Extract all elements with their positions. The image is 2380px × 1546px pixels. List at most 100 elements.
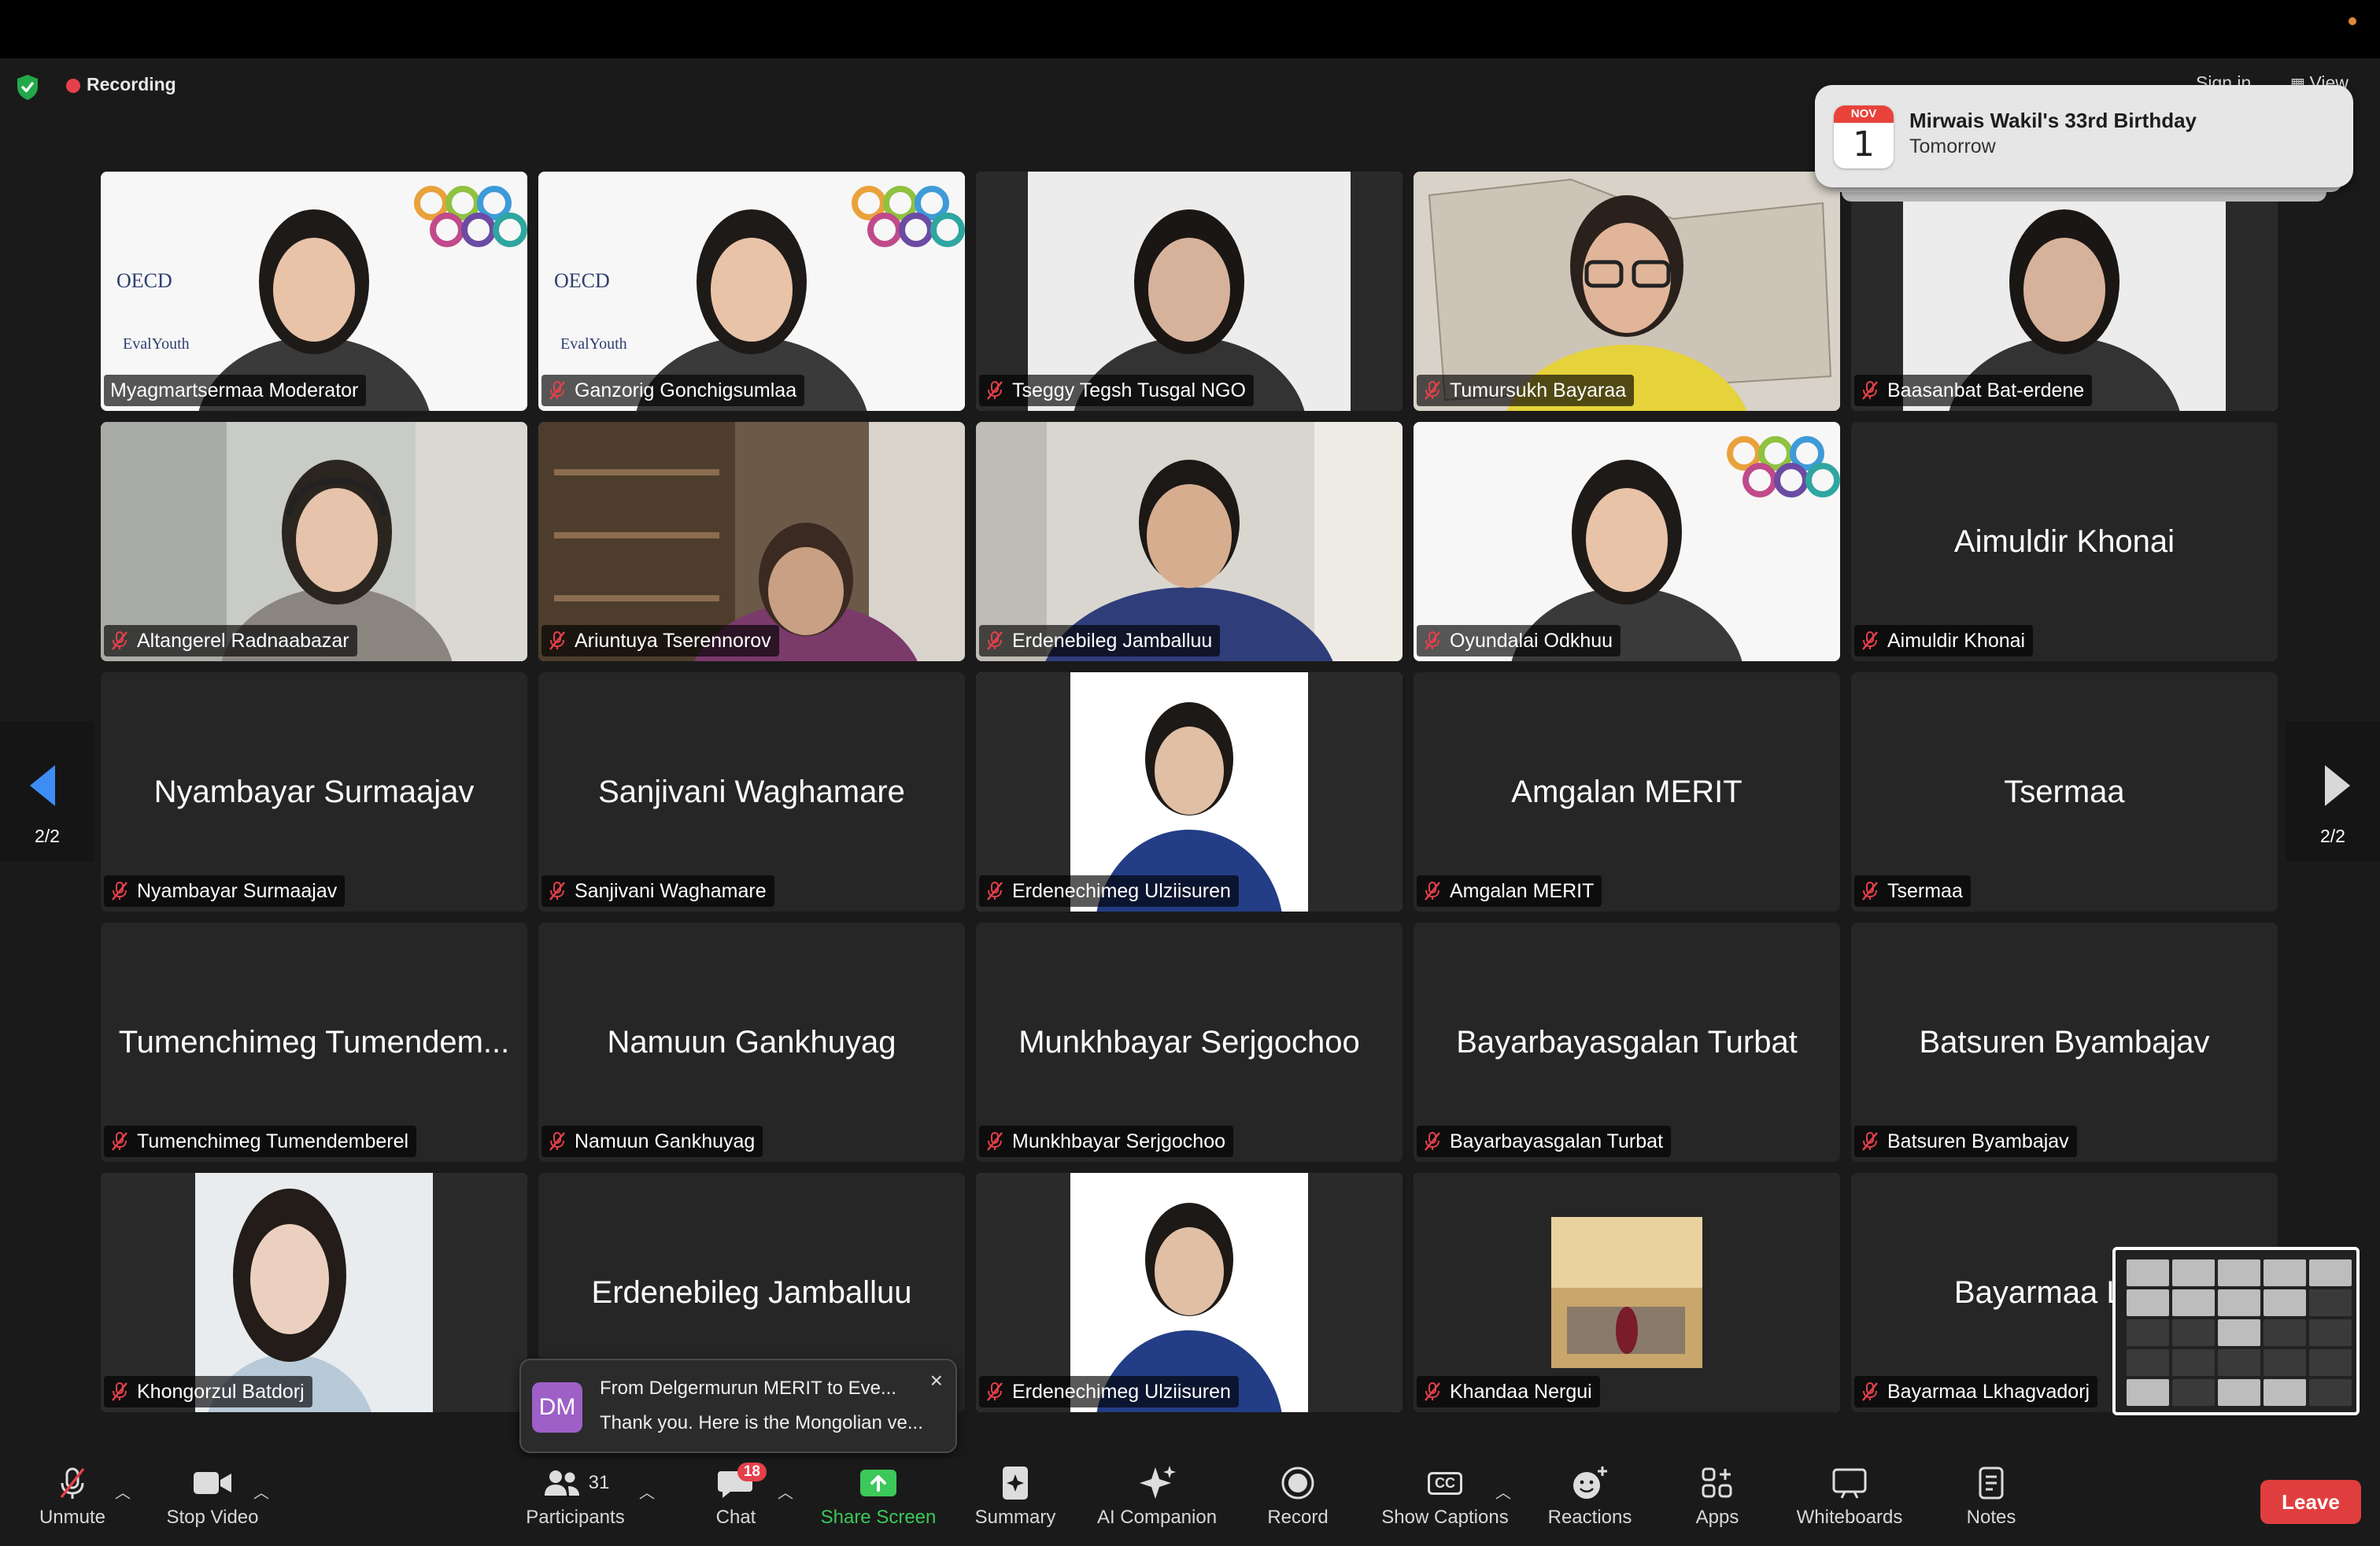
chat-chevron-icon[interactable]: ︿ bbox=[778, 1480, 793, 1503]
summary-button[interactable]: Summary bbox=[968, 1459, 1062, 1546]
leave-button[interactable]: Leave bbox=[2260, 1480, 2361, 1524]
participant-tile[interactable]: Aimuldir Khonai Aimuldir Khonai bbox=[1851, 422, 2278, 661]
self-view-thumbnail[interactable] bbox=[2112, 1247, 2360, 1415]
evalyouth-logo: EvalYouth bbox=[560, 335, 627, 353]
oecd-logo: OECD bbox=[554, 269, 610, 292]
muted-microphone-icon bbox=[987, 1382, 1003, 1401]
recording-label[interactable]: Recording bbox=[87, 74, 176, 95]
whiteboard-icon bbox=[1832, 1468, 1867, 1499]
participant-name: Baasanbat Bat-erdene bbox=[1887, 379, 2085, 401]
muted-microphone-icon bbox=[112, 631, 128, 650]
notification-stack-shadow bbox=[1842, 192, 2326, 202]
mini-tile bbox=[2127, 1319, 2169, 1346]
mini-tile bbox=[2309, 1379, 2352, 1406]
apps-button[interactable]: Apps bbox=[1678, 1459, 1757, 1546]
participant-tile[interactable]: Erdenechimeg Ulziisuren bbox=[976, 672, 1402, 912]
participant-tile[interactable]: Erdenebileg Jamballuu bbox=[976, 422, 1402, 661]
participant-tile[interactable]: Tumenchimeg Tumendem... Tumenchimeg Tumen… bbox=[101, 923, 527, 1162]
muted-microphone-icon bbox=[987, 882, 1003, 901]
close-icon[interactable]: × bbox=[930, 1368, 943, 1393]
show-captions-button[interactable]: CC Show Captions bbox=[1374, 1459, 1516, 1546]
participant-name: Tumenchimeg Tumendemberel bbox=[137, 1130, 409, 1152]
share-screen-button[interactable]: Share Screen bbox=[815, 1459, 941, 1546]
participant-name-label: Tseggy Tegsh Tusgal NGO bbox=[979, 375, 1254, 406]
notification-subtitle: Tomorrow bbox=[1909, 135, 1996, 157]
participant-name-label: Khongorzul Batdorj bbox=[104, 1376, 312, 1407]
mini-tile bbox=[2218, 1349, 2260, 1376]
participant-name: Bayarbayasgalan Turbat bbox=[1450, 1130, 1664, 1152]
participant-tile[interactable]: Tseggy Tegsh Tusgal NGO bbox=[976, 172, 1402, 411]
participant-tile[interactable]: Munkhbayar Serjgochoo Munkhbayar Serjgoch… bbox=[976, 923, 1402, 1162]
participant-name-label: Erdenechimeg Ulziisuren bbox=[979, 1376, 1239, 1407]
participant-name-label: Tumursukh Bayaraa bbox=[1417, 375, 1635, 406]
participant-tile[interactable]: OECD EvalYouth Ganzorig Gonchigsumlaa bbox=[538, 172, 965, 411]
video-options-chevron-icon[interactable]: ︿ bbox=[253, 1480, 269, 1503]
oecd-logo: OECD bbox=[116, 269, 172, 292]
sender-avatar: DM bbox=[532, 1382, 582, 1433]
share-screen-icon bbox=[860, 1470, 896, 1496]
calendar-notification[interactable]: NOV 1 Mirwais Wakil's 33rd Birthday Tomo… bbox=[1815, 85, 2353, 187]
participant-tile[interactable]: Nyambayar Surmaajav Nyambayar Surmaajav bbox=[101, 672, 527, 912]
shield-icon[interactable] bbox=[16, 74, 39, 101]
mini-tile bbox=[2172, 1379, 2215, 1406]
ai-companion-button[interactable]: AI Companion bbox=[1086, 1459, 1228, 1546]
participant-tile[interactable]: OECD EvalYouth Myagmartsermaa Moderator bbox=[101, 172, 527, 411]
participant-tile[interactable]: Tumursukh Bayaraa bbox=[1414, 172, 1840, 411]
mini-tile bbox=[2264, 1259, 2306, 1286]
participant-name: Aimuldir Khonai bbox=[1887, 629, 2026, 652]
participant-name: Khandaa Nergui bbox=[1450, 1380, 1592, 1403]
participant-name-label: Khandaa Nergui bbox=[1417, 1376, 1600, 1407]
unmute-button[interactable]: Unmute bbox=[22, 1459, 123, 1546]
participant-name-label: Ariuntuya Tserennorov bbox=[541, 625, 779, 656]
record-icon bbox=[1281, 1466, 1314, 1500]
chat-notification[interactable]: DM From Delgermurun MERIT to Eve... Than… bbox=[519, 1359, 957, 1453]
participant-tile[interactable]: Altangerel Radnaabazar bbox=[101, 422, 527, 661]
participant-name: Erdenebileg Jamballuu bbox=[1012, 629, 1213, 652]
mini-tile bbox=[2172, 1289, 2215, 1316]
right-arrow-icon bbox=[2325, 765, 2350, 806]
participants-button[interactable]: 31 Participants bbox=[513, 1459, 638, 1546]
mini-tile bbox=[2309, 1319, 2352, 1346]
participant-tile[interactable]: Khandaa Nergui bbox=[1414, 1173, 1840, 1412]
apps-label: Apps bbox=[1695, 1507, 1739, 1528]
previous-page-button[interactable]: 2/2 bbox=[0, 721, 94, 861]
participant-name-label: Oyundalai Odkhuu bbox=[1417, 625, 1621, 656]
participant-tile[interactable]: Namuun Gankhuyag Namuun Gankhuyag bbox=[538, 923, 965, 1162]
participant-tile[interactable]: Ariuntuya Tserennorov bbox=[538, 422, 965, 661]
stop-video-button[interactable]: Stop Video bbox=[157, 1459, 268, 1546]
participant-tile[interactable]: Amgalan MERIT Amgalan MERIT bbox=[1414, 672, 1840, 912]
notes-button[interactable]: Notes bbox=[1952, 1459, 2031, 1546]
whiteboards-button[interactable]: Whiteboards bbox=[1787, 1459, 1913, 1546]
reactions-label: Reactions bbox=[1547, 1507, 1632, 1528]
record-button[interactable]: Record bbox=[1255, 1459, 1341, 1546]
summary-document-icon bbox=[1003, 1466, 1028, 1500]
participant-tile[interactable]: Khongorzul Batdorj bbox=[101, 1173, 527, 1412]
participant-name-label: Myagmartsermaa Moderator bbox=[104, 375, 367, 406]
muted-microphone-icon bbox=[549, 1132, 565, 1151]
participant-tile[interactable]: Tsermaa Tsermaa bbox=[1851, 672, 2278, 912]
next-page-button[interactable]: 2/2 bbox=[2286, 721, 2380, 861]
muted-microphone-icon bbox=[1425, 882, 1440, 901]
participant-tile[interactable]: Sanjivani Waghamare Sanjivani Waghamare bbox=[538, 672, 965, 912]
mini-tile bbox=[2127, 1259, 2169, 1286]
chat-button[interactable]: 18 Chat bbox=[700, 1459, 771, 1546]
reactions-button[interactable]: Reactions bbox=[1543, 1459, 1637, 1546]
left-arrow-icon bbox=[30, 765, 55, 806]
participant-name: Oyundalai Odkhuu bbox=[1450, 629, 1613, 652]
muted-microphone-icon bbox=[1862, 882, 1878, 901]
participants-label: Participants bbox=[526, 1507, 625, 1528]
participant-tile[interactable]: Oyundalai Odkhuu bbox=[1414, 422, 1840, 661]
muted-microphone-icon bbox=[987, 381, 1003, 400]
mini-tile bbox=[2218, 1379, 2260, 1406]
participant-tile[interactable]: Baasanbat Bat-erdene bbox=[1851, 172, 2278, 411]
apps-icon bbox=[1702, 1467, 1732, 1498]
participant-name: Ariuntuya Tserennorov bbox=[575, 629, 771, 652]
participant-tile[interactable]: Bayarbayasgalan Turbat Bayarbayasgalan Tu… bbox=[1414, 923, 1840, 1162]
participant-tile[interactable]: Erdenechimeg Ulziisuren bbox=[976, 1173, 1402, 1412]
participant-tile[interactable]: Batsuren Byambajav Batsuren Byambajav bbox=[1851, 923, 2278, 1162]
participant-name: Tsermaa bbox=[1887, 879, 1963, 902]
participants-chevron-icon[interactable]: ︿ bbox=[639, 1480, 655, 1503]
mini-tile bbox=[2127, 1349, 2169, 1376]
audio-options-chevron-icon[interactable]: ︿ bbox=[115, 1480, 131, 1503]
captions-chevron-icon[interactable]: ︿ bbox=[1495, 1480, 1511, 1503]
